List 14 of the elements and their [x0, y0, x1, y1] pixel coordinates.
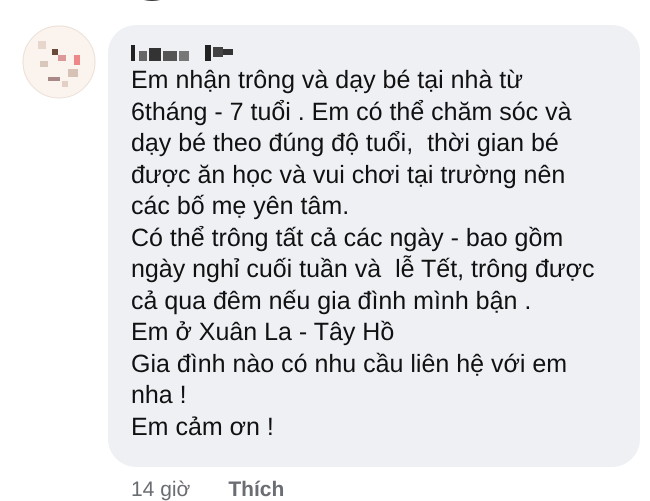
comment-text-line: được ăn học và vui chơi tại trường nên	[131, 160, 566, 190]
comment-text-line: Em ở Xuân La - Tây Hồ	[131, 317, 396, 348]
like-link[interactable]: Thích	[228, 479, 284, 501]
comment-text-line: Gia đình nào có nhu cầu liên hệ với em	[131, 348, 568, 380]
comment-text-line: cả qua đêm nếu gia đình mình bận .	[131, 286, 532, 316]
comment-text-line: nha !	[131, 380, 188, 411]
comment-text-line: Có thể trông tất cả các ngày - bao gồm	[131, 222, 564, 254]
comment-text-line: các bố mẹ yên tâm.	[131, 191, 350, 222]
comment-text-line: dạy bé theo đúng độ tuổi, thời gian bé	[131, 128, 560, 159]
comment-text-line: Em cảm ơn !	[131, 412, 275, 442]
comment-time: 14 giờ	[131, 479, 190, 501]
comment-text-line: 6tháng - 7 tuổi . Em có thể chăm sóc và	[131, 96, 573, 128]
comment-text-line: ngày nghỉ cuối tuần và lễ Tết, trông được	[131, 254, 596, 285]
comment-text-line: Em nhận trông và dạy bé tại nhà từ	[131, 65, 524, 96]
